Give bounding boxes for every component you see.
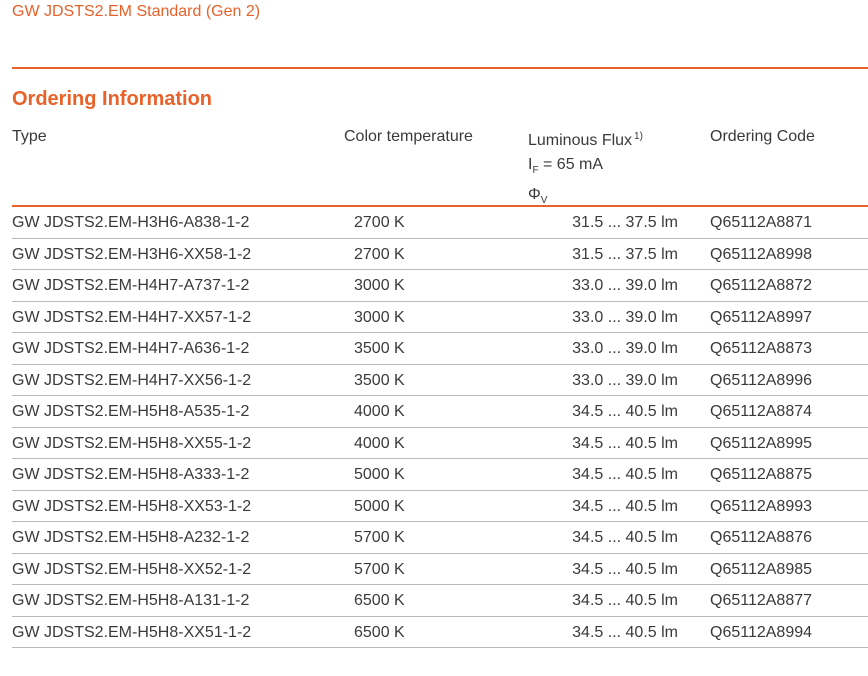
cell-luminous-flux: 34.5 ... 40.5 lm bbox=[572, 623, 678, 641]
column-header-ordering-code: Ordering Code bbox=[710, 128, 815, 145]
cell-type: GW JDSTS2.EM-H5H8-A535-1-2 bbox=[12, 403, 250, 420]
cell-ordering-code: Q65112A8872 bbox=[710, 277, 813, 294]
cell-luminous-flux: 31.5 ... 37.5 lm bbox=[572, 214, 678, 231]
cell-luminous-flux: 34.5 ... 40.5 lm bbox=[572, 466, 678, 483]
table-row: GW JDSTS2.EM-H5H8-XX52-1-2 5700 K 34.5 .… bbox=[12, 554, 868, 585]
cell-ordering-code: Q65112A8993 bbox=[710, 497, 813, 515]
cell-color-temperature: 2700 K bbox=[354, 214, 405, 231]
table-row: GW JDSTS2.EM-H5H8-XX53-1-2 5000 K 34.5 .… bbox=[12, 491, 868, 522]
table-row: GW JDSTS2.EM-H3H6-XX58-1-2 2700 K 31.5 .… bbox=[12, 239, 868, 270]
table-row: GW JDSTS2.EM-H4H7-A636-1-2 3500 K 33.0 .… bbox=[12, 333, 868, 365]
cell-type: GW JDSTS2.EM-H4H7-XX57-1-2 bbox=[12, 308, 252, 326]
cell-color-temperature: 6500 K bbox=[354, 592, 405, 609]
cell-color-temperature: 3500 K bbox=[354, 340, 405, 357]
cell-ordering-code: Q65112A8876 bbox=[710, 529, 813, 546]
cell-color-temperature: 4000 K bbox=[354, 403, 405, 420]
phi-symbol: Φ bbox=[528, 186, 541, 203]
cell-type: GW JDSTS2.EM-H5H8-A131-1-2 bbox=[12, 592, 250, 609]
cell-luminous-flux: 34.5 ... 40.5 lm bbox=[572, 560, 678, 578]
cell-ordering-code: Q65112A8994 bbox=[710, 623, 813, 641]
cell-color-temperature: 5000 K bbox=[354, 466, 405, 483]
table-row: GW JDSTS2.EM-H3H6-A838-1-2 2700 K 31.5 .… bbox=[12, 207, 868, 239]
cell-type: GW JDSTS2.EM-H4H7-A636-1-2 bbox=[12, 340, 250, 357]
cell-luminous-flux: 33.0 ... 39.0 lm bbox=[572, 308, 678, 326]
table-row: GW JDSTS2.EM-H5H8-A131-1-2 6500 K 34.5 .… bbox=[12, 585, 868, 617]
luminous-flux-label: Luminous Flux bbox=[528, 132, 633, 149]
cell-ordering-code: Q65112A8877 bbox=[710, 592, 813, 609]
table-row: GW JDSTS2.EM-H4H7-XX56-1-2 3500 K 33.0 .… bbox=[12, 365, 868, 396]
section-title: Ordering Information bbox=[12, 88, 212, 110]
column-header-type: Type bbox=[12, 128, 47, 145]
cell-ordering-code: Q65112A8985 bbox=[710, 560, 813, 578]
cell-type: GW JDSTS2.EM-H5H8-XX52-1-2 bbox=[12, 560, 252, 578]
ordering-table-body: GW JDSTS2.EM-H3H6-A838-1-2 2700 K 31.5 .… bbox=[12, 207, 868, 648]
table-row: GW JDSTS2.EM-H5H8-A535-1-2 4000 K 34.5 .… bbox=[12, 396, 868, 428]
table-row: GW JDSTS2.EM-H5H8-XX55-1-2 4000 K 34.5 .… bbox=[12, 428, 868, 459]
cell-color-temperature: 5700 K bbox=[354, 529, 405, 546]
cell-ordering-code: Q65112A8995 bbox=[710, 434, 813, 452]
cell-type: GW JDSTS2.EM-H5H8-A232-1-2 bbox=[12, 529, 250, 546]
cell-type: GW JDSTS2.EM-H5H8-XX53-1-2 bbox=[12, 497, 252, 515]
cell-type: GW JDSTS2.EM-H5H8-A333-1-2 bbox=[12, 466, 250, 483]
table-row: GW JDSTS2.EM-H5H8-XX51-1-2 6500 K 34.5 .… bbox=[12, 617, 868, 648]
cell-type: GW JDSTS2.EM-H4H7-XX56-1-2 bbox=[12, 371, 252, 389]
cell-ordering-code: Q65112A8874 bbox=[710, 403, 813, 420]
cell-ordering-code: Q65112A8875 bbox=[710, 466, 813, 483]
cell-luminous-flux: 33.0 ... 39.0 lm bbox=[572, 371, 678, 389]
cell-luminous-flux: 33.0 ... 39.0 lm bbox=[572, 277, 678, 294]
table-row: GW JDSTS2.EM-H5H8-A232-1-2 5700 K 34.5 .… bbox=[12, 522, 868, 554]
cell-type: GW JDSTS2.EM-H5H8-XX55-1-2 bbox=[12, 434, 252, 452]
cell-ordering-code: Q65112A8998 bbox=[710, 245, 813, 263]
table-row: GW JDSTS2.EM-H4H7-A737-1-2 3000 K 33.0 .… bbox=[12, 270, 868, 302]
cell-type: GW JDSTS2.EM-H3H6-XX58-1-2 bbox=[12, 245, 252, 263]
cell-luminous-flux: 34.5 ... 40.5 lm bbox=[572, 592, 678, 609]
table-row: GW JDSTS2.EM-H5H8-A333-1-2 5000 K 34.5 .… bbox=[12, 459, 868, 491]
cell-type: GW JDSTS2.EM-H4H7-A737-1-2 bbox=[12, 277, 250, 294]
current-value: = 65 mA bbox=[538, 156, 604, 173]
cell-luminous-flux: 34.5 ... 40.5 lm bbox=[572, 529, 678, 546]
cell-color-temperature: 5700 K bbox=[354, 560, 405, 578]
forward-current-condition: IF = 65 mA bbox=[528, 155, 643, 181]
cell-ordering-code: Q65112A8996 bbox=[710, 371, 813, 389]
cell-luminous-flux: 34.5 ... 40.5 lm bbox=[572, 434, 678, 452]
cell-luminous-flux: 33.0 ... 39.0 lm bbox=[572, 340, 678, 357]
cell-type: GW JDSTS2.EM-H5H8-XX51-1-2 bbox=[12, 623, 252, 641]
cell-luminous-flux: 34.5 ... 40.5 lm bbox=[572, 403, 678, 420]
footnote-marker: 1) bbox=[634, 131, 643, 142]
top-divider bbox=[12, 67, 868, 69]
cell-color-temperature: 3000 K bbox=[354, 277, 405, 294]
cell-luminous-flux: 34.5 ... 40.5 lm bbox=[572, 497, 678, 515]
cell-ordering-code: Q65112A8997 bbox=[710, 308, 813, 326]
cell-color-temperature: 3000 K bbox=[354, 308, 405, 326]
document-title: GW JDSTS2.EM Standard (Gen 2) bbox=[12, 3, 261, 20]
cell-type: GW JDSTS2.EM-H3H6-A838-1-2 bbox=[12, 214, 250, 231]
cell-luminous-flux: 31.5 ... 37.5 lm bbox=[572, 245, 678, 263]
cell-color-temperature: 4000 K bbox=[354, 434, 405, 452]
column-header-color-temperature: Color temperature bbox=[344, 128, 473, 145]
cell-color-temperature: 3500 K bbox=[354, 371, 405, 389]
column-header-luminous-flux: Luminous Flux 1) IF = 65 mA ΦV bbox=[528, 127, 643, 211]
cell-color-temperature: 6500 K bbox=[354, 623, 405, 641]
table-row: GW JDSTS2.EM-H4H7-XX57-1-2 3000 K 33.0 .… bbox=[12, 302, 868, 333]
cell-color-temperature: 5000 K bbox=[354, 497, 405, 515]
cell-ordering-code: Q65112A8873 bbox=[710, 340, 813, 357]
cell-ordering-code: Q65112A8871 bbox=[710, 214, 813, 231]
cell-color-temperature: 2700 K bbox=[354, 245, 405, 263]
